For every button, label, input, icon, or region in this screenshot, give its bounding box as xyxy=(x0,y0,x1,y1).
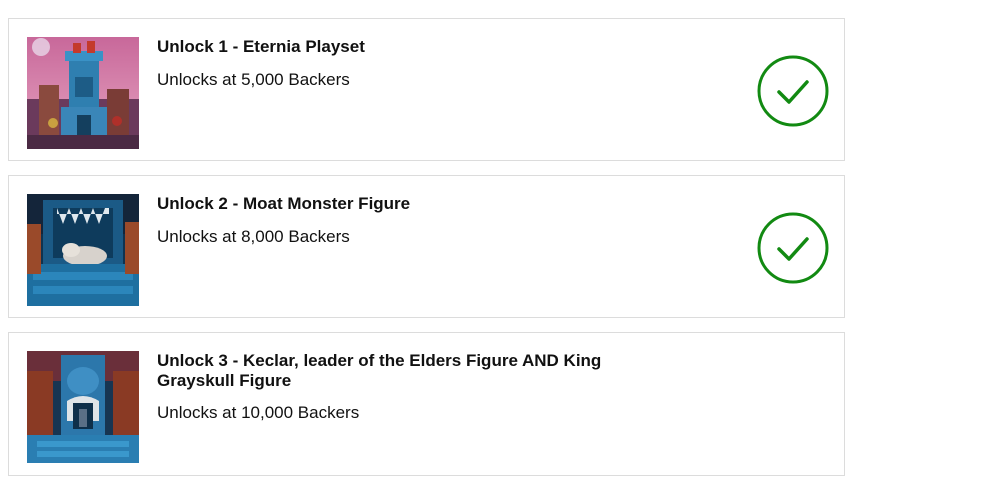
keclar-grayskull-image-art xyxy=(27,351,139,463)
eternia-playset-image xyxy=(27,37,139,149)
unlock-card-1: Unlock 1 - Eternia Playset Unlocks at 5,… xyxy=(8,18,845,161)
unlock-title: Unlock 1 - Eternia Playset xyxy=(157,37,365,56)
unlock-threshold: Unlocks at 8,000 Backers xyxy=(157,227,350,246)
unlock-card-2: Unlock 2 - Moat Monster Figure Unlocks a… xyxy=(8,175,845,318)
moat-monster-image-art xyxy=(27,194,139,306)
keclar-grayskull-image xyxy=(27,351,139,463)
checkmark-circle-icon xyxy=(757,55,829,127)
unlock-card-3: Unlock 3 - Keclar, leader of the Elders … xyxy=(8,332,845,476)
eternia-playset-image-art xyxy=(27,37,139,149)
unlock-title: Unlock 3 - Keclar, leader of the Elders … xyxy=(157,351,602,390)
checkmark-circle-icon xyxy=(757,212,829,284)
unlock-threshold: Unlocks at 5,000 Backers xyxy=(157,70,350,89)
moat-monster-image xyxy=(27,194,139,306)
stretch-goal-list: Unlock 1 - Eternia Playset Unlocks at 5,… xyxy=(0,0,1000,499)
unlock-title: Unlock 2 - Moat Monster Figure xyxy=(157,194,411,213)
unlock-threshold: Unlocks at 10,000 Backers xyxy=(157,403,360,422)
